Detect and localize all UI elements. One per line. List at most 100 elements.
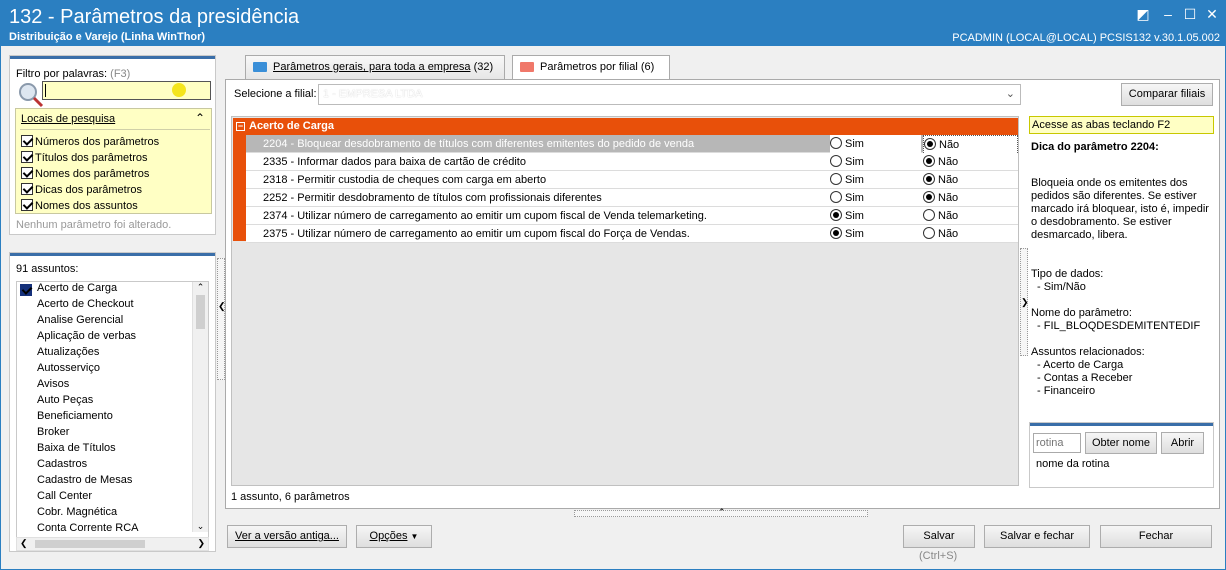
list-item[interactable]: Call Center xyxy=(37,488,92,504)
tab-filial[interactable]: Parâmetros por filial (6) xyxy=(512,55,670,81)
group-bar xyxy=(233,135,246,241)
list-item[interactable]: Baixa de Títulos xyxy=(37,440,116,456)
radio-nao[interactable] xyxy=(923,155,935,168)
obter-nome-button[interactable]: Obter nome xyxy=(1085,432,1157,454)
locais-checkbox[interactable]: Números dos parâmetros xyxy=(21,134,159,150)
rotina-name: nome da rotina xyxy=(1036,458,1110,470)
locais-checkbox[interactable]: Títulos dos parâmetros xyxy=(21,150,159,166)
horizontal-scrollbar[interactable]: ❮ ❯ xyxy=(16,537,209,551)
table-row[interactable]: 2204 - Bloquear desdobramento de títulos… xyxy=(246,135,1018,155)
close-icon[interactable]: ✕ xyxy=(1202,4,1222,24)
window-title: 132 - Parâmetros da presidência xyxy=(9,6,300,28)
list-item[interactable]: Auto Peças xyxy=(37,392,93,408)
filter-panel: Filtro por palavras: (F3) Locais de pesq… xyxy=(9,55,216,235)
collapse-bottom-icon[interactable]: ⌃ xyxy=(718,507,726,518)
list-item[interactable]: Cadastro de Mesas xyxy=(37,472,132,488)
list-item[interactable]: Acerto de Checkout xyxy=(37,296,134,312)
panel-accent xyxy=(10,56,215,59)
filial-label: Selecione a filial: xyxy=(234,88,317,100)
collapse-group-icon: − xyxy=(236,121,245,131)
title-bar: 132 - Parâmetros da presidência Distribu… xyxy=(0,0,1226,46)
rotina-input[interactable] xyxy=(1033,433,1081,453)
table-row[interactable]: 2374 - Utilizar número de carregamento a… xyxy=(246,207,1018,225)
radio-nao[interactable] xyxy=(923,191,935,204)
list-item[interactable]: Broker xyxy=(37,424,69,440)
locais-list: Números dos parâmetros Títulos dos parâm… xyxy=(21,134,159,214)
save-close-button[interactable]: Salvar e fechar xyxy=(984,525,1090,548)
list-item[interactable]: Atualizações xyxy=(37,344,99,360)
tipo-label: Tipo de dados: xyxy=(1031,268,1104,280)
hint-body: Bloqueia onde os emitentes dos pedidos s… xyxy=(1031,177,1209,241)
text-cursor xyxy=(45,84,46,97)
tab-gerais[interactable]: Parâmetros gerais, para toda a empresa (… xyxy=(245,55,505,79)
table-row[interactable]: 2335 - Informar dados para baixa de cart… xyxy=(246,153,1018,171)
list-item[interactable]: Cobr. Magnética xyxy=(37,504,117,520)
radio-nao[interactable] xyxy=(923,173,935,186)
list-item[interactable]: Conta Corrente RCA xyxy=(37,520,139,536)
filial-select[interactable]: 1 - EMPRESA LTDA ⌄ xyxy=(318,84,1021,105)
radio-sim[interactable] xyxy=(830,227,842,240)
assunto-item: - Acerto de Carga xyxy=(1037,359,1124,371)
radio-sim[interactable] xyxy=(830,155,842,168)
locais-title: Locais de pesquisa xyxy=(21,113,116,125)
scroll-thumb[interactable] xyxy=(196,295,205,329)
radio-nao[interactable] xyxy=(923,227,935,240)
list-item[interactable]: Analise Gerencial xyxy=(37,312,123,328)
radio-sim[interactable] xyxy=(830,173,842,186)
window-subtitle: Distribuição e Varejo (Linha WinThor) xyxy=(9,31,206,43)
mouse-cursor-icon xyxy=(172,83,186,97)
save-button[interactable]: Salvar xyxy=(903,525,975,548)
locais-checkbox[interactable]: Dicas dos parâmetros xyxy=(21,182,159,198)
list-item[interactable]: Avisos xyxy=(37,376,69,392)
old-version-button[interactable]: Ver a versão antiga... xyxy=(227,525,347,548)
hint-title: Dica do parâmetro 2204: xyxy=(1031,141,1159,153)
tabs-hint: Acesse as abas teclando F2 xyxy=(1029,116,1214,134)
chevron-down-icon: ⌄ xyxy=(1005,88,1015,100)
maximize-icon[interactable]: ☐ xyxy=(1180,4,1200,24)
tipo-value: - Sim/Não xyxy=(1037,281,1086,293)
list-item[interactable]: Aplicação de verbas xyxy=(37,328,136,344)
assunto-item: - Financeiro xyxy=(1037,385,1096,397)
radio-sim[interactable] xyxy=(830,191,842,204)
radio-sim[interactable] xyxy=(830,209,842,222)
table-row[interactable]: 2375 - Utilizar número de carregamento a… xyxy=(246,225,1018,243)
collapse-icon[interactable]: ⌃ xyxy=(195,111,205,125)
close-button[interactable]: Fechar xyxy=(1100,525,1212,548)
folder-icon xyxy=(253,62,267,72)
subjects-scrollbar[interactable]: ⌃ ⌄ xyxy=(192,282,208,532)
radio-sim[interactable] xyxy=(830,137,842,150)
list-item[interactable]: Cadastros xyxy=(37,456,87,472)
filter-label: Filtro por palavras: (F3) xyxy=(16,68,131,80)
minimize-icon[interactable]: – xyxy=(1158,4,1178,24)
compare-button[interactable]: Comparar filiais xyxy=(1121,83,1213,106)
user-info: PCADMIN (LOCAL@LOCAL) PCSIS132 v.30.1.05… xyxy=(952,32,1220,44)
right-splitter[interactable]: ❯ xyxy=(1020,248,1029,356)
status-text: Nenhum parâmetro foi alterado. xyxy=(16,219,172,231)
collapse-right-icon[interactable]: ❯ xyxy=(1021,297,1029,308)
assunto-item: - Contas a Receber xyxy=(1037,372,1133,384)
save-shortcut: (Ctrl+S) xyxy=(919,550,958,562)
options-button[interactable]: Opções ▼ xyxy=(356,525,432,548)
radio-nao[interactable] xyxy=(923,209,935,222)
nome-value: - FIL_BLOQDESDEMITENTEDIF xyxy=(1037,320,1201,332)
list-item[interactable]: Autosserviço xyxy=(37,360,100,376)
locais-checkbox[interactable]: Nomes dos assuntos xyxy=(21,198,159,214)
list-item[interactable]: Acerto de Carga xyxy=(37,280,117,296)
radio-nao[interactable] xyxy=(924,138,936,151)
search-input[interactable] xyxy=(42,81,211,100)
subjects-count: 91 assuntos: xyxy=(16,263,79,275)
list-item[interactable]: Beneficiamento xyxy=(37,408,113,424)
table-row[interactable]: 2252 - Permitir desdobramento de títulos… xyxy=(246,189,1018,207)
assuntos-label: Assuntos relacionados: xyxy=(1031,346,1145,358)
restore-icon[interactable]: ◩ xyxy=(1133,4,1153,24)
grid-status: 1 assunto, 6 parâmetros xyxy=(231,491,350,503)
nome-label: Nome do parâmetro: xyxy=(1031,307,1132,319)
group-header[interactable]: − Acerto de Carga xyxy=(233,118,1018,135)
locais-checkbox[interactable]: Nomes dos parâmetros xyxy=(21,166,159,182)
locais-box: Locais de pesquisa ⌃ Números dos parâmet… xyxy=(15,108,212,214)
left-splitter[interactable]: ❮ xyxy=(217,258,226,380)
table-row[interactable]: 2318 - Permitir custodia de cheques com … xyxy=(246,171,1018,189)
abrir-button[interactable]: Abrir xyxy=(1161,432,1204,454)
bottom-splitter[interactable]: ⌃ xyxy=(574,507,868,518)
folder-icon xyxy=(520,62,534,72)
